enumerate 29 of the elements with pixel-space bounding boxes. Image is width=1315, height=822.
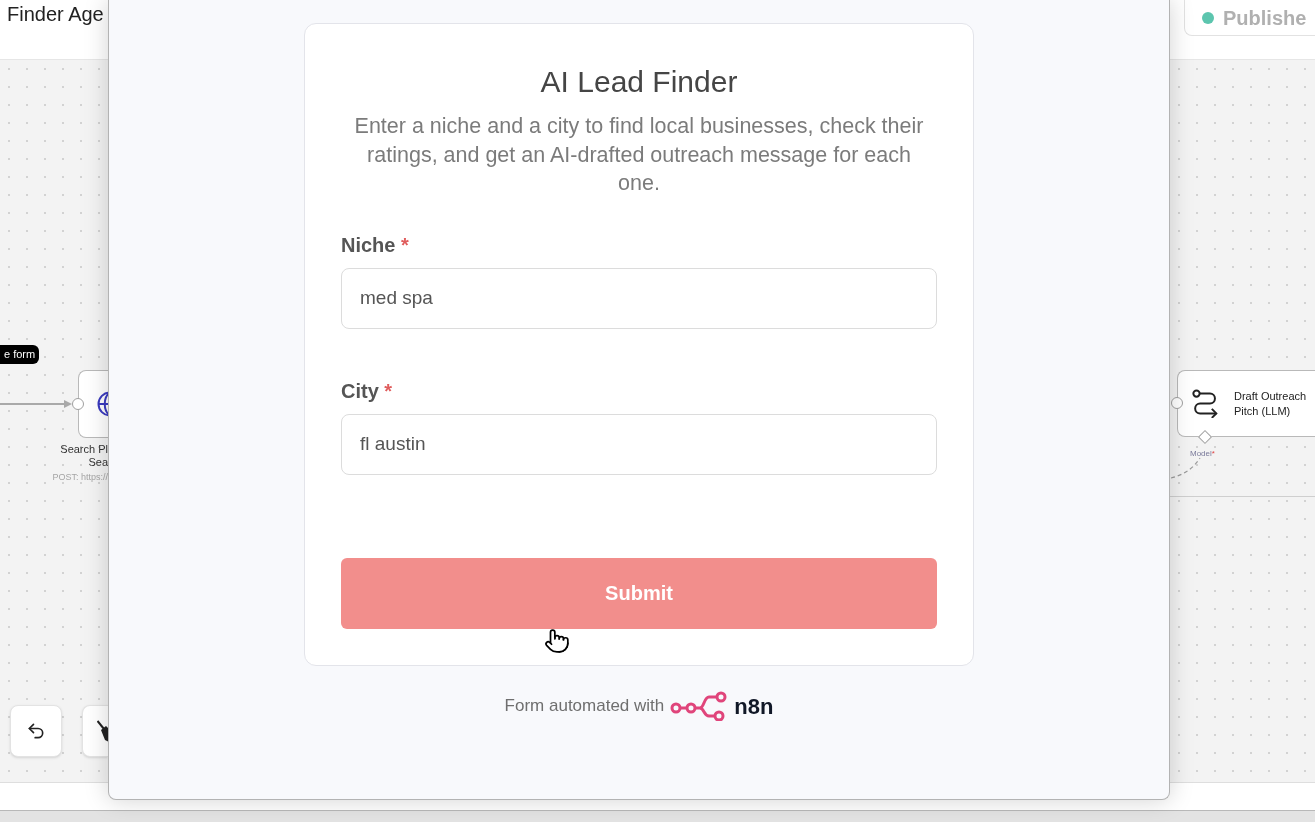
undo-icon — [26, 721, 46, 741]
connection-arrow — [0, 399, 72, 409]
globe-icon — [97, 390, 109, 418]
form-description: Enter a niche and a city to find local businesses, check their ratings, and get an AI-drafted outreach message for each one. — [353, 113, 925, 197]
workflow-title: Finder Age — [7, 2, 104, 26]
workflow-node[interactable]: Draft Outreach Pitch (LLM) — [1177, 370, 1315, 437]
node-label: Pitch (LLM) — [1234, 403, 1292, 419]
input-field[interactable]: med spa — [341, 267, 937, 329]
tooltip: e form — [0, 345, 40, 364]
connector-handle-icon[interactable] — [1171, 397, 1183, 409]
footer-text: Form automated with — [504, 695, 665, 718]
route-arrows-icon — [1192, 389, 1219, 418]
connector-handle-icon[interactable] — [72, 398, 84, 410]
node-label: Search Pl — [60, 443, 108, 456]
connector-label: Model* — [1190, 449, 1215, 459]
form-title: AI Lead Finder — [540, 64, 738, 100]
workflow-node[interactable] — [78, 370, 108, 438]
dashed-connection — [1171, 457, 1201, 479]
status-label: Publishe — [1223, 5, 1307, 31]
field-label: Niche * — [341, 232, 410, 258]
node-label: Sea — [88, 456, 108, 469]
clear-button[interactable] — [82, 705, 108, 757]
field-label: City * — [341, 378, 394, 404]
brand-name: n8n — [734, 692, 774, 721]
undo-button[interactable] — [10, 705, 62, 757]
node-label: Draft Outreach — [1234, 388, 1307, 404]
chain-nodes-logo-icon — [670, 691, 729, 721]
input-field[interactable]: fl austin — [341, 413, 937, 475]
node-subtitle: POST: https:// — [52, 472, 108, 483]
